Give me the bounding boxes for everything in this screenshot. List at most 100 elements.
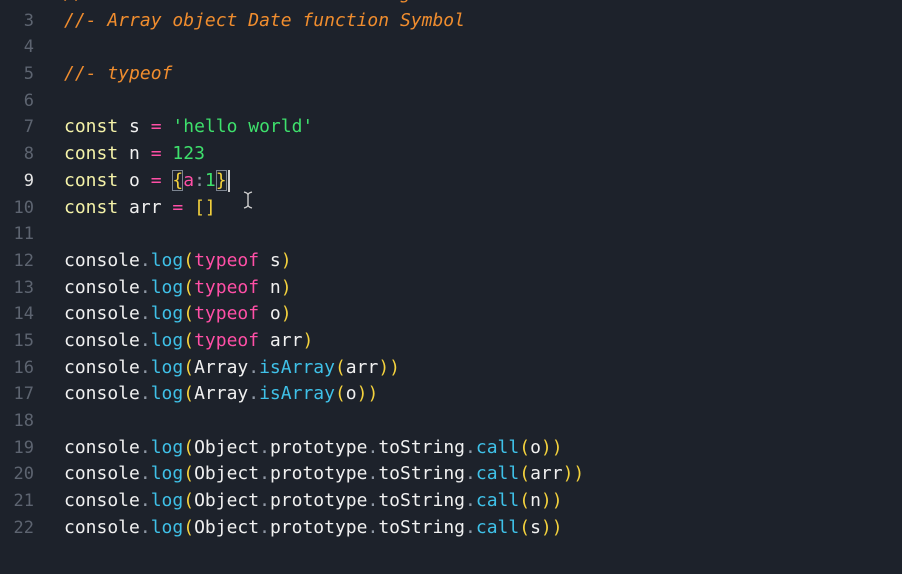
code-token-ident: o [118, 169, 151, 191]
code-line[interactable]: 16 console.log(Array.isArray(arr)) [0, 355, 902, 382]
code-token-punct: . [465, 436, 476, 458]
code-token-ident: o [259, 303, 281, 325]
line-number: 19 [13, 437, 34, 458]
code-token-ident: s [530, 516, 541, 538]
code-text[interactable]: //- null undefined number string boolean [64, 0, 497, 8]
line-number: 20 [13, 464, 34, 485]
code-token-method: log [150, 329, 184, 351]
code-line[interactable]: 9 const o = {a:1} [0, 168, 902, 195]
code-token-paren: ( [183, 516, 195, 538]
code-token-prop: a [183, 169, 195, 191]
code-token-paren: ( [183, 463, 195, 485]
code-line[interactable]: 14 console.log(typeof o) [0, 301, 902, 328]
code-token-punct: . [259, 516, 270, 538]
code-line[interactable]: 7 const s = 'hello world' [0, 114, 902, 141]
code-token-ident: toString [378, 436, 466, 458]
code-token-typeof: typeof [194, 276, 260, 298]
code-token-typeof: typeof [194, 303, 260, 325]
code-line[interactable]: 12 console.log(typeof s) [0, 248, 902, 275]
code-token-ident [162, 143, 173, 164]
code-token-ident: console [64, 383, 140, 405]
code-text[interactable]: const arr = [] [64, 195, 216, 222]
code-token-number: 1 [204, 169, 216, 191]
code-token-ident: console [64, 329, 140, 351]
code-text[interactable]: console.log(typeof n) [64, 275, 292, 302]
code-token-punct: . [248, 356, 260, 378]
code-token-paren: ( [183, 383, 195, 405]
code-token-punct: . [259, 490, 270, 512]
code-token-method: log [150, 249, 184, 271]
code-token-ident: prototype [269, 490, 368, 512]
code-token-method: log [150, 276, 184, 298]
code-line[interactable]: 11 [0, 221, 902, 248]
line-number: 11 [13, 224, 34, 245]
code-token-string: 'hello world' [172, 116, 314, 138]
code-text[interactable]: console.log(Array.isArray(o)) [64, 381, 378, 408]
code-line[interactable]: 20 console.log(Object.prototype.toString.… [0, 461, 902, 488]
code-text[interactable]: const s = 'hello world' [64, 114, 313, 141]
code-token-punct: . [139, 249, 151, 271]
code-token-method: log [150, 436, 184, 458]
code-text[interactable]: const o = {a:1} [64, 168, 227, 195]
code-token-method: log [150, 516, 184, 538]
code-token-punct: . [139, 383, 151, 405]
code-token-ident: toString [378, 490, 466, 512]
code-text[interactable]: console.log(Array.isArray(arr)) [64, 355, 400, 382]
code-token-ident: console [64, 436, 140, 458]
code-token-ident: arr [530, 463, 563, 485]
code-token-method: log [150, 356, 184, 378]
code-text[interactable]: console.log(Object.prototype.toString.ca… [64, 435, 563, 462]
caret [228, 169, 230, 192]
line-number: 9 [23, 170, 34, 191]
code-token-paren: ( [334, 356, 346, 378]
code-token-punct: . [259, 436, 270, 458]
code-token-ident [162, 170, 173, 191]
code-line[interactable]: 18 [0, 408, 902, 435]
code-token-ident: n [118, 143, 151, 165]
code-text[interactable]: console.log(Object.prototype.toString.ca… [64, 488, 563, 515]
code-token-ident: arr [259, 329, 303, 351]
code-line[interactable]: 8 const n = 123 [0, 141, 902, 168]
code-line[interactable]: 5 //- typeof [0, 61, 902, 88]
code-line[interactable]: 2 //- null undefined number string boolea… [0, 0, 902, 8]
code-text[interactable]: //- typeof [64, 61, 172, 88]
code-token-ident: arr [118, 196, 173, 218]
code-line[interactable]: 15 console.log(typeof arr) [0, 328, 902, 355]
code-token-punct: . [367, 463, 379, 485]
code-token-ident: console [64, 356, 140, 378]
code-text[interactable]: console.log(typeof s) [64, 248, 292, 275]
code-token-punct: . [139, 356, 151, 378]
code-token-punct: . [139, 490, 151, 512]
code-token-keyword: const [64, 196, 119, 218]
code-lines[interactable]: 2 //- null undefined number string boolea… [0, 0, 902, 541]
code-token-paren: ( [183, 490, 195, 512]
code-line[interactable]: 21 console.log(Object.prototype.toString.… [0, 488, 902, 515]
text-cursor-ibeam-icon [243, 191, 253, 209]
code-text[interactable]: console.log(Object.prototype.toString.ca… [64, 515, 563, 542]
line-number: 21 [13, 491, 34, 512]
code-token-ident: s [259, 249, 281, 271]
code-editor[interactable]: 2 //- null undefined number string boolea… [0, 0, 902, 574]
code-token-paren: )) [540, 516, 563, 538]
code-token-ident: prototype [269, 436, 368, 458]
code-line[interactable]: 10 const arr = [] [0, 195, 902, 222]
code-line[interactable]: 17 console.log(Array.isArray(o)) [0, 381, 902, 408]
code-line[interactable]: 4 [0, 34, 902, 61]
code-token-ident: console [64, 463, 140, 485]
code-token-punct: . [367, 516, 379, 538]
code-text[interactable]: //- Array object Date function Symbol [64, 8, 465, 35]
code-line[interactable]: 6 [0, 88, 902, 115]
code-text[interactable]: console.log(typeof arr) [64, 328, 313, 355]
code-token-brace: [] [194, 196, 216, 218]
code-line[interactable]: 22 console.log(Object.prototype.toString.… [0, 515, 902, 542]
code-text[interactable]: console.log(typeof o) [64, 301, 292, 328]
code-line[interactable]: 19 console.log(Object.prototype.toString.… [0, 435, 902, 462]
code-text[interactable]: console.log(Object.prototype.toString.ca… [64, 461, 584, 488]
code-text[interactable]: const n = 123 [64, 141, 205, 168]
line-number: 17 [13, 384, 34, 405]
code-token-paren: ) [280, 303, 292, 325]
code-line[interactable]: 3 //- Array object Date function Symbol [0, 8, 902, 35]
code-token-paren: ( [519, 463, 531, 485]
code-line[interactable]: 13 console.log(typeof n) [0, 275, 902, 302]
code-token-ident: s [118, 116, 151, 138]
